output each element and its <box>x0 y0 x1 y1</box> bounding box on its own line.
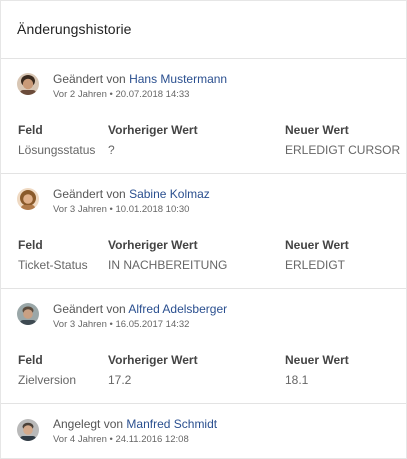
new-value: 18.1 <box>285 373 309 387</box>
entry-meta: Vor 3 Jahren • 16.05.2017 14:32 <box>53 319 189 330</box>
meta-separator: • <box>109 319 113 330</box>
changed-by-line: Geändert von Alfred Adelsberger <box>53 302 227 316</box>
old-value: IN NACHBEREITUNG <box>108 258 228 272</box>
header-old-value: Vorheriger Wert <box>108 353 198 367</box>
field-value: Lösungsstatus <box>18 143 96 157</box>
header-new-value: Neuer Wert <box>285 353 349 367</box>
header-new-value: Neuer Wert <box>285 238 349 252</box>
action-label: Geändert von <box>53 187 126 201</box>
old-value: 17.2 <box>108 373 132 387</box>
header-new-value: Neuer Wert <box>285 123 349 137</box>
entry-meta: Vor 3 Jahren • 10.01.2018 10:30 <box>53 204 189 215</box>
divider <box>1 173 406 174</box>
timestamp: 24.11.2016 12:08 <box>115 434 189 445</box>
header-old-value: Vorheriger Wert <box>108 123 198 137</box>
timestamp: 10.01.2018 10:30 <box>115 204 190 215</box>
avatar[interactable] <box>17 303 39 325</box>
entry-meta: Vor 4 Jahren • 24.11.2016 12:08 <box>53 434 189 445</box>
changed-by-line: Geändert von Hans Mustermann <box>53 72 227 86</box>
field-value: Ticket-Status <box>18 258 88 272</box>
divider <box>1 403 406 404</box>
meta-separator: • <box>109 89 113 100</box>
panel-title: Änderungshistorie <box>17 21 132 37</box>
relative-time: Vor 3 Jahren <box>53 319 107 330</box>
relative-time: Vor 2 Jahren <box>53 89 107 100</box>
field-value: Zielversion <box>18 373 77 387</box>
action-label: Angelegt von <box>53 417 124 431</box>
avatar[interactable] <box>17 73 39 95</box>
timestamp: 20.07.2018 14:33 <box>115 89 190 100</box>
author-link[interactable]: Hans Mustermann <box>129 72 227 86</box>
change-history-panel: Änderungshistorie Geändert von Hans Must… <box>0 0 407 459</box>
author-link[interactable]: Manfred Schmidt <box>126 417 217 431</box>
avatar[interactable] <box>17 419 39 441</box>
action-label: Geändert von <box>53 302 126 316</box>
header-field: Feld <box>18 123 43 137</box>
timestamp: 16.05.2017 14:32 <box>115 319 190 330</box>
header-field: Feld <box>18 238 43 252</box>
avatar[interactable] <box>17 188 39 210</box>
new-value: ERLEDIGT CURSOR <box>285 143 401 157</box>
relative-time: Vor 4 Jahren <box>53 434 107 445</box>
divider <box>1 58 406 59</box>
created-by-line: Angelegt von Manfred Schmidt <box>53 417 217 431</box>
action-label: Geändert von <box>53 72 126 86</box>
author-link[interactable]: Alfred Adelsberger <box>128 302 227 316</box>
author-link[interactable]: Sabine Kolmaz <box>129 187 210 201</box>
entry-meta: Vor 2 Jahren • 20.07.2018 14:33 <box>53 89 189 100</box>
changed-by-line: Geändert von Sabine Kolmaz <box>53 187 210 201</box>
header-old-value: Vorheriger Wert <box>108 238 198 252</box>
old-value: ? <box>108 143 115 157</box>
header-field: Feld <box>18 353 43 367</box>
divider <box>1 288 406 289</box>
meta-separator: • <box>109 434 113 445</box>
meta-separator: • <box>109 204 113 215</box>
new-value: ERLEDIGT <box>285 258 346 272</box>
relative-time: Vor 3 Jahren <box>53 204 107 215</box>
